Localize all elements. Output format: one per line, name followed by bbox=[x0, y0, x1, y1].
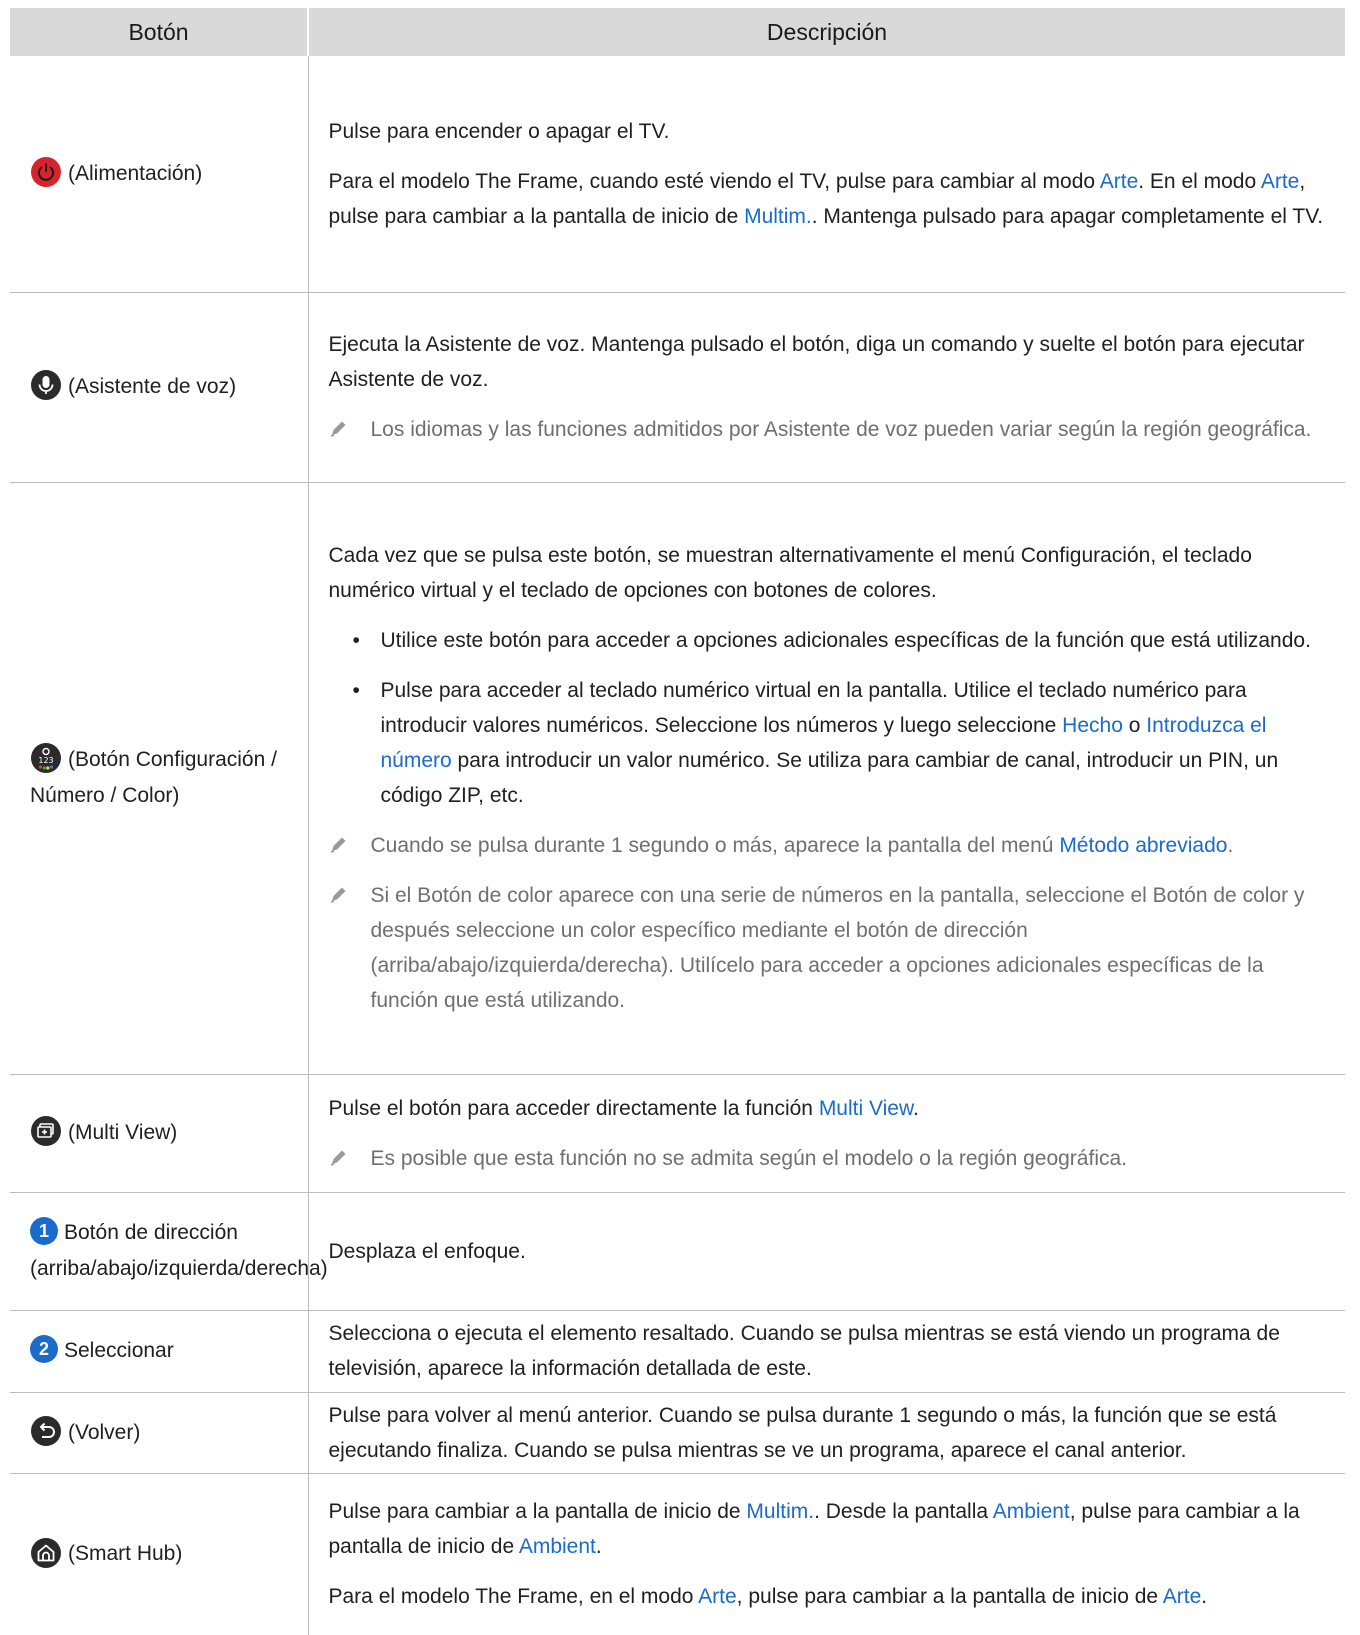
remote-buttons-table: Botón Descripción (Alimentación) Pulse p… bbox=[10, 8, 1345, 1635]
pencil-icon bbox=[330, 887, 345, 903]
bullet-text: Pulse para acceder al teclado numérico v… bbox=[380, 679, 1279, 807]
table-row: (Alimentación) Pulse para encender o apa… bbox=[10, 56, 1345, 293]
button-cell: 1 Botón de dirección (arriba/abajo/izquie… bbox=[10, 1192, 328, 1311]
table-row: 123 (Botón Configuración / Número / Colo… bbox=[10, 482, 1345, 1075]
button-cell: (Multi View) bbox=[10, 1074, 309, 1193]
description-cell: Pulse para encender o apagar el TV. Para… bbox=[308, 56, 1345, 293]
bullet-item: • Utilice este botón para acceder a opci… bbox=[329, 623, 1338, 658]
table-row: (Smart Hub) Pulse para cambiar a la pant… bbox=[10, 1473, 1345, 1635]
description-cell: Pulse para cambiar a la pantalla de inic… bbox=[308, 1473, 1345, 1635]
button-label: (Multi View) bbox=[68, 1121, 178, 1144]
home-icon bbox=[31, 1537, 61, 1568]
highlight-term: Arte bbox=[698, 1585, 737, 1609]
button-label: (Botón Configuración / Número / Color) bbox=[30, 748, 277, 807]
description-cell: Pulse para volver al menú anterior. Cuan… bbox=[308, 1392, 1345, 1474]
highlight-term: Arte bbox=[1099, 169, 1139, 193]
settings-number-color-icon: 123 bbox=[31, 743, 61, 774]
description-cell: Cada vez que se pulsa este botón, se mue… bbox=[308, 482, 1345, 1075]
button-label: (Asistente de voz) bbox=[68, 375, 237, 398]
highlight-term: Ambient bbox=[518, 1535, 596, 1559]
description-cell: Ejecuta la Asistente de voz. Mantenga pu… bbox=[308, 292, 1345, 483]
description-cell: Desplaza el enfoque. bbox=[308, 1192, 1345, 1311]
power-icon bbox=[31, 157, 61, 188]
highlight-term: Multim. bbox=[744, 204, 812, 228]
button-cell: (Volver) bbox=[10, 1392, 309, 1474]
highlight-term: Multi View bbox=[818, 1096, 913, 1120]
button-label: (Smart Hub) bbox=[68, 1542, 183, 1566]
highlight-term: Arte bbox=[1260, 169, 1300, 193]
table-header-row: Botón Descripción bbox=[10, 8, 1345, 56]
description-text: Pulse para volver al menú anterior. Cuan… bbox=[328, 1403, 1277, 1462]
note-text: Si el Botón de color aparece con una ser… bbox=[370, 884, 1305, 1012]
button-label: (Volver) bbox=[68, 1420, 141, 1444]
description-text: Pulse para cambiar a la pantalla de inic… bbox=[328, 1500, 1300, 1559]
header-button: Botón bbox=[10, 8, 308, 56]
description-text: Pulse para encender o apagar el TV. bbox=[328, 119, 670, 143]
multi-view-icon bbox=[31, 1116, 61, 1147]
highlight-term: Hecho bbox=[1062, 714, 1123, 737]
button-cell: 2 Seleccionar bbox=[10, 1310, 309, 1393]
button-cell: (Smart Hub) bbox=[10, 1473, 309, 1635]
note-text: Cuando se pulsa durante 1 segundo o más,… bbox=[370, 834, 1234, 857]
svg-text:123: 123 bbox=[38, 756, 53, 765]
back-icon bbox=[31, 1415, 61, 1446]
note-text: Los idiomas y las funciones admitidos po… bbox=[370, 418, 1312, 441]
note: Si el Botón de color aparece con una ser… bbox=[329, 878, 1338, 1018]
description-text: Ejecuta la Asistente de voz. Mantenga pu… bbox=[328, 333, 1305, 391]
number-badge: 1 bbox=[30, 1217, 58, 1246]
table-row: (Multi View) Pulse el botón para acceder… bbox=[10, 1074, 1345, 1193]
note: Es posible que esta función no se admita… bbox=[329, 1141, 1338, 1176]
table-row: 1 Botón de dirección (arriba/abajo/izquie… bbox=[10, 1192, 1345, 1311]
bullet-text: Utilice este botón para acceder a opcion… bbox=[380, 629, 1311, 652]
note-text: Es posible que esta función no se admita… bbox=[370, 1146, 1128, 1170]
button-cell: (Alimentación) bbox=[10, 56, 309, 293]
description-cell: Selecciona o ejecuta el elemento resalta… bbox=[308, 1310, 1345, 1393]
pencil-icon bbox=[330, 1150, 345, 1166]
microphone-icon bbox=[31, 370, 61, 401]
button-label: Seleccionar bbox=[64, 1339, 174, 1362]
description-text: Para el modelo The Frame, en el modo Art… bbox=[328, 1585, 1208, 1609]
button-label: Botón de dirección (arriba/abajo/izquier… bbox=[30, 1221, 328, 1280]
note: Cuando se pulsa durante 1 segundo o más,… bbox=[329, 828, 1338, 863]
note: Los idiomas y las funciones admitidos po… bbox=[329, 412, 1338, 447]
description-text: Pulse el botón para acceder directamente… bbox=[328, 1096, 919, 1120]
button-cell: 123 (Botón Configuración / Número / Colo… bbox=[10, 482, 309, 1075]
table-row: (Volver) Pulse para volver al menú anter… bbox=[10, 1392, 1345, 1474]
table-row: (Asistente de voz) Ejecuta la Asistente … bbox=[10, 292, 1345, 483]
description-text: Desplaza el enfoque. bbox=[328, 1239, 526, 1263]
description-text: Cada vez que se pulsa este botón, se mue… bbox=[328, 544, 1252, 602]
pencil-icon bbox=[330, 837, 345, 853]
table-row: 2 Seleccionar Selecciona o ejecuta el ele… bbox=[10, 1310, 1345, 1393]
header-description: Descripción bbox=[307, 8, 1345, 56]
highlight-term: Multim. bbox=[746, 1500, 815, 1524]
bullet-item: • Pulse para acceder al teclado numérico… bbox=[329, 673, 1338, 813]
description-text: Selecciona o ejecuta el elemento resalta… bbox=[328, 1322, 1280, 1380]
description-text: Para el modelo The Frame, cuando esté vi… bbox=[328, 169, 1324, 228]
button-cell: (Asistente de voz) bbox=[10, 292, 309, 483]
highlight-term: Arte bbox=[1162, 1585, 1202, 1609]
highlight-term: Ambient bbox=[992, 1500, 1070, 1524]
highlight-term: Método abreviado bbox=[1059, 834, 1228, 857]
button-label: (Alimentación) bbox=[68, 161, 203, 185]
pencil-icon bbox=[330, 421, 345, 437]
description-cell: Pulse el botón para acceder directamente… bbox=[308, 1074, 1345, 1193]
number-badge: 2 bbox=[30, 1335, 58, 1364]
